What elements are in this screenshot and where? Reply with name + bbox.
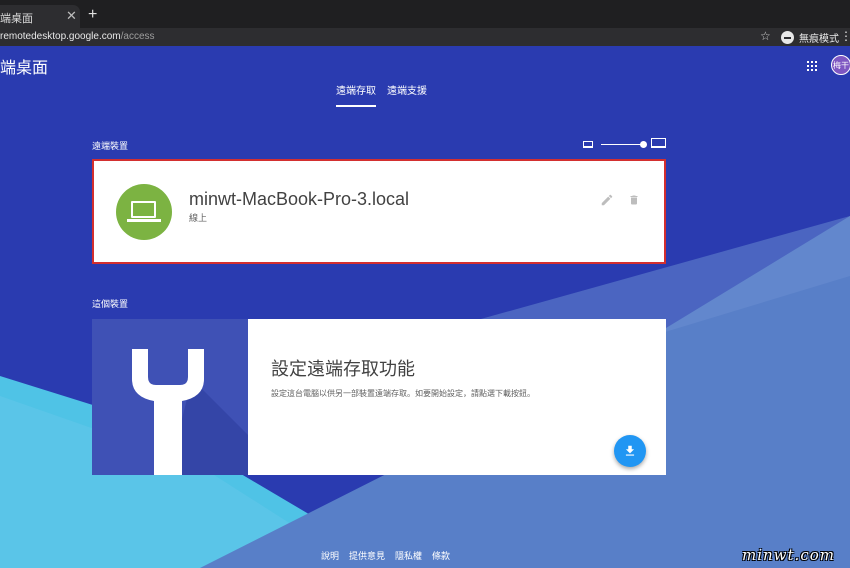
download-button[interactable] xyxy=(614,435,646,467)
footer-link-privacy[interactable]: 隱私權 xyxy=(395,549,422,562)
incognito-indicator[interactable]: 無痕模式 xyxy=(781,29,843,45)
app-title: 端桌面 xyxy=(0,60,49,77)
incognito-icon xyxy=(781,30,794,44)
footer-link-feedback[interactable]: 提供意見 xyxy=(349,549,385,562)
download-icon xyxy=(625,445,635,456)
apps-grid-icon[interactable] xyxy=(807,61,817,71)
laptop-icon xyxy=(116,184,172,240)
small-laptop-icon xyxy=(583,141,593,148)
address-bar[interactable]: remotedesktop.google.com/access ☆ 無痕模式 ⋮ xyxy=(0,28,850,46)
card-size-slider[interactable] xyxy=(583,138,667,150)
footer-links: 說明 提供意見 隱私權 條款 xyxy=(321,549,450,562)
trash-icon[interactable] xyxy=(628,193,640,207)
url-path: /access xyxy=(120,31,155,42)
tab-remote-access[interactable]: 遠端存取 xyxy=(336,82,376,107)
tab-close-icon[interactable]: ✕ xyxy=(66,8,77,24)
footer-link-terms[interactable]: 條款 xyxy=(432,549,450,562)
browser-tab[interactable]: 端桌面 ✕ xyxy=(0,5,80,28)
pencil-icon[interactable] xyxy=(600,193,614,207)
device-card[interactable]: minwt-MacBook-Pro-3.local 線上 xyxy=(92,159,666,264)
footer-link-help[interactable]: 說明 xyxy=(321,549,339,562)
url-text[interactable]: remotedesktop.google.com/access xyxy=(0,31,155,42)
device-name: minwt-MacBook-Pro-3.local xyxy=(189,189,410,209)
setup-description: 設定這台電腦以供另一部裝置遠端存取。如要開始設定，請點選下載按鈕。 xyxy=(271,389,535,398)
new-tab-button[interactable]: + xyxy=(88,6,97,24)
slider-track[interactable] xyxy=(601,144,643,146)
browser-tab-bar: 端桌面 ✕ + xyxy=(0,0,850,28)
device-status: 線上 xyxy=(189,213,208,223)
tab-title: 端桌面 xyxy=(0,13,33,25)
setup-card: 設定遠端存取功能 設定這台電腦以供另一部裝置遠端存取。如要開始設定，請點選下載按… xyxy=(92,319,666,475)
watermark: minwt.com xyxy=(742,546,835,564)
avatar[interactable]: 梅干 xyxy=(831,55,850,75)
url-host: remotedesktop.google.com xyxy=(0,31,121,42)
browser-menu-icon[interactable]: ⋮ xyxy=(840,29,850,43)
wrench-icon xyxy=(92,319,248,475)
remote-devices-label: 遠端裝置 xyxy=(92,141,129,151)
slider-thumb[interactable] xyxy=(640,141,647,148)
nav-tabs: 遠端存取 遠端支援 xyxy=(336,82,427,107)
bookmark-star-icon[interactable]: ☆ xyxy=(760,29,771,43)
setup-title: 設定遠端存取功能 xyxy=(271,359,415,379)
large-laptop-icon xyxy=(651,138,666,148)
incognito-label: 無痕模式 xyxy=(799,33,839,45)
tab-remote-support[interactable]: 遠端支援 xyxy=(387,82,427,107)
this-device-label: 這個裝置 xyxy=(92,299,129,309)
